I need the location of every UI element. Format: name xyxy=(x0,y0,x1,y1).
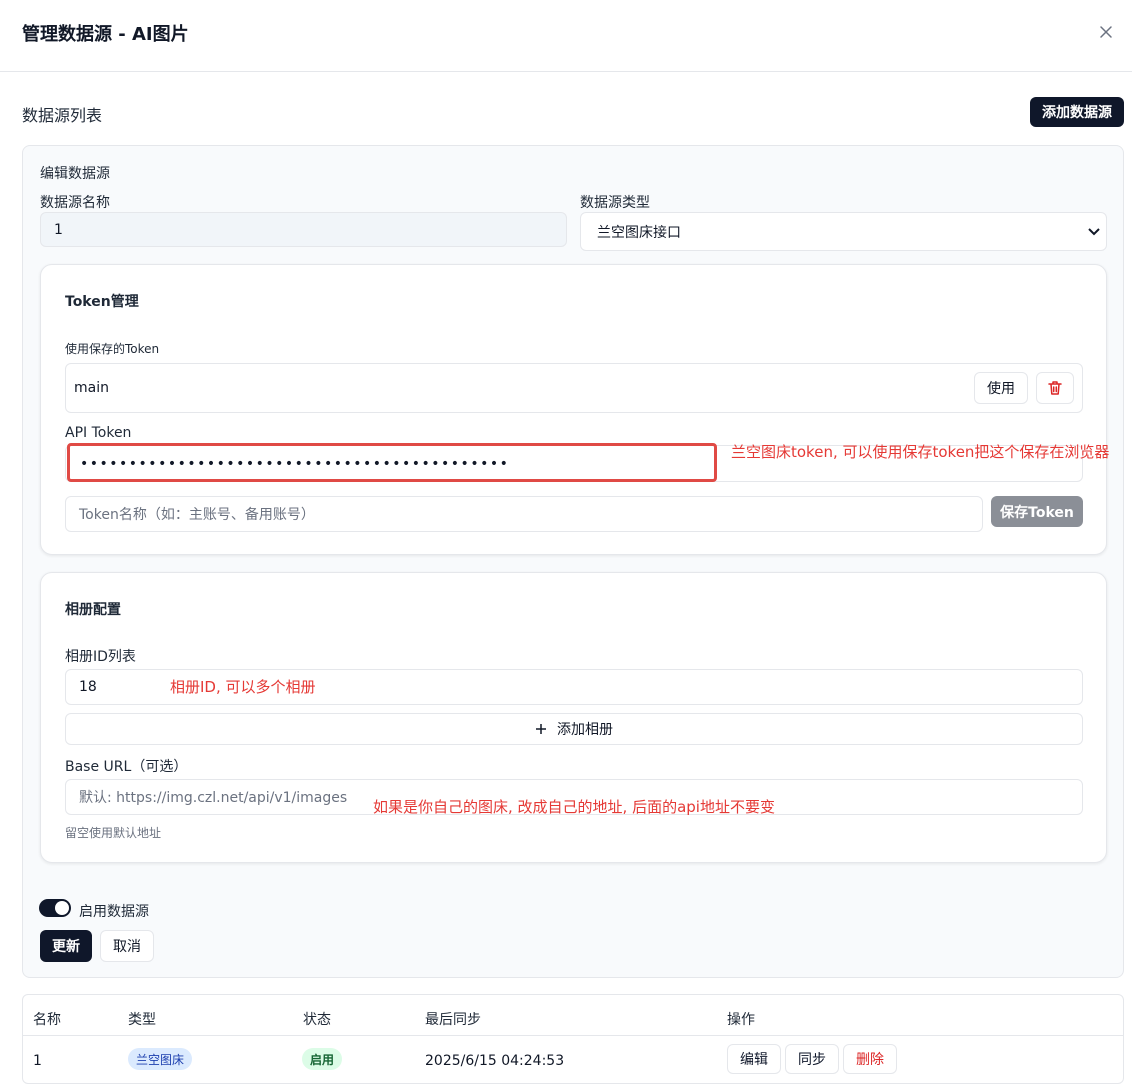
close-icon[interactable] xyxy=(1096,22,1116,42)
album-section-title: 相册配置 xyxy=(65,602,121,618)
add-source-button[interactable]: 添加数据源 xyxy=(1030,97,1124,127)
saved-token-label: 使用保存的Token xyxy=(65,342,160,356)
header-status: 状态 xyxy=(303,1012,331,1028)
enable-toggle[interactable] xyxy=(39,899,71,917)
trash-icon xyxy=(1048,381,1062,395)
update-button[interactable]: 更新 xyxy=(40,930,92,962)
table-divider xyxy=(23,1035,1123,1036)
base-url-hint: 留空使用默认地址 xyxy=(65,826,162,840)
saved-token-row: main 使用 xyxy=(65,363,1083,413)
chevron-down-icon xyxy=(1088,228,1100,236)
token-name-placeholder: Token名称（如：主账号、备用账号） xyxy=(79,507,315,523)
status-badge: 启用 xyxy=(302,1048,342,1070)
token-annotation: 兰空图床token, 可以使用保存token把这个保存在浏览器 xyxy=(731,443,1110,461)
base-url-placeholder: 默认: https://img.czl.net/api/v1/images xyxy=(79,790,348,806)
delete-button[interactable]: 删除 xyxy=(843,1044,897,1074)
name-label: 数据源名称 xyxy=(40,195,110,211)
save-token-button[interactable]: 保存Token xyxy=(991,496,1083,527)
token-section-title: Token管理 xyxy=(65,294,139,310)
sync-button[interactable]: 同步 xyxy=(785,1044,839,1074)
section-title: 数据源列表 xyxy=(22,106,103,125)
saved-token-name: main xyxy=(74,380,109,396)
name-input[interactable]: 1 xyxy=(40,212,567,247)
edit-button[interactable]: 编辑 xyxy=(727,1044,781,1074)
type-badge: 兰空图床 xyxy=(128,1048,192,1070)
use-token-button[interactable]: 使用 xyxy=(974,372,1028,404)
toggle-knob xyxy=(55,901,69,915)
header-name: 名称 xyxy=(33,1012,61,1028)
type-label: 数据源类型 xyxy=(580,195,650,211)
api-token-label: API Token xyxy=(65,425,132,441)
album-annotation: 相册ID, 可以多个相册 xyxy=(170,678,316,696)
cancel-button[interactable]: 取消 xyxy=(100,930,154,962)
header-last-sync: 最后同步 xyxy=(425,1012,481,1028)
sources-table: 名称 类型 状态 最后同步 操作 1 兰空图床 启用 2025/6/15 04:… xyxy=(22,994,1124,1084)
add-album-label: 添加相册 xyxy=(557,722,613,738)
album-ids-label: 相册ID列表 xyxy=(65,649,136,665)
enable-label: 启用数据源 xyxy=(79,904,149,920)
type-select-value: 兰空图床接口 xyxy=(597,224,681,241)
dialog-title: 管理数据源 - AI图片 xyxy=(22,24,189,45)
token-card: Token管理 使用保存的Token main 使用 API Token •••… xyxy=(40,264,1107,555)
header-type: 类型 xyxy=(128,1012,156,1028)
header-actions: 操作 xyxy=(727,1012,755,1028)
delete-token-button[interactable] xyxy=(1036,372,1074,404)
plus-icon xyxy=(536,724,546,734)
album-card: 相册配置 相册ID列表 18 添加相册 Base URL（可选） 默认: htt… xyxy=(40,572,1107,863)
base-url-label: Base URL（可选） xyxy=(65,759,188,775)
base-url-annotation: 如果是你自己的图床, 改成自己的地址, 后面的api地址不要变 xyxy=(373,798,775,816)
token-name-input[interactable]: Token名称（如：主账号、备用账号） xyxy=(65,496,983,532)
row-last-sync: 2025/6/15 04:24:53 xyxy=(425,1053,565,1069)
dialog-header: 管理数据源 - AI图片 xyxy=(0,0,1132,72)
add-album-button[interactable]: 添加相册 xyxy=(65,713,1083,745)
annotation-highlight xyxy=(67,443,717,482)
edit-panel: 编辑数据源 数据源名称 1 数据源类型 兰空图床接口 Token管理 使用保存的… xyxy=(22,145,1124,978)
row-name: 1 xyxy=(33,1053,42,1069)
edit-title: 编辑数据源 xyxy=(40,166,110,182)
type-select[interactable]: 兰空图床接口 xyxy=(580,212,1107,251)
